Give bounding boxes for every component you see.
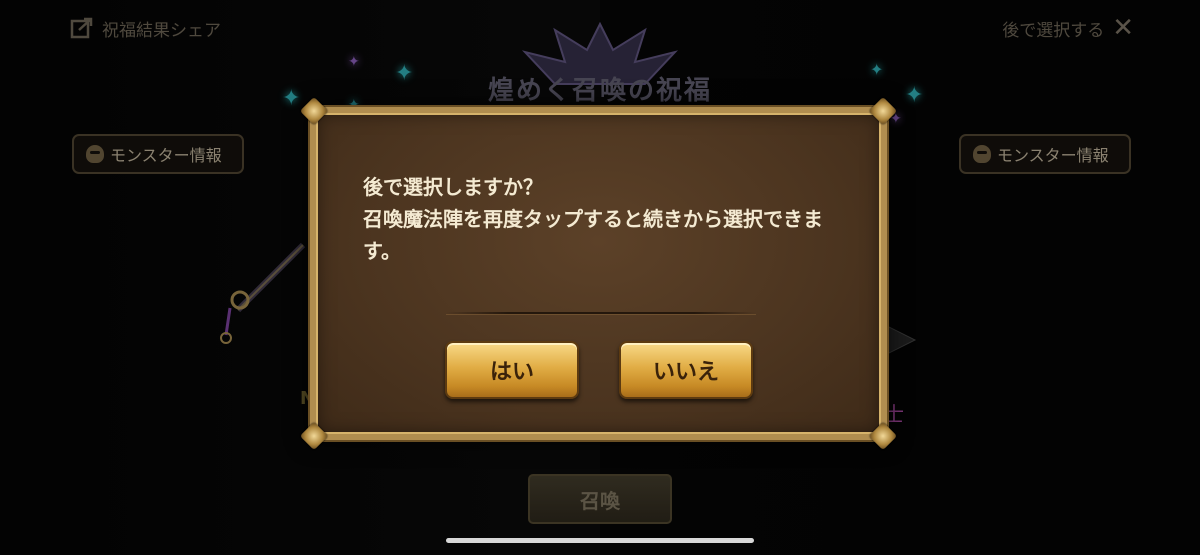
confirm-dialog: 後で選択しますか？ 召喚魔法陣を再度タップすると続きから選択できます。 はい い… bbox=[299, 96, 898, 451]
home-indicator[interactable] bbox=[446, 538, 754, 543]
yes-button[interactable]: はい bbox=[445, 341, 579, 399]
no-button[interactable]: いいえ bbox=[619, 341, 753, 399]
dialog-message: 後で選択しますか？ 召喚魔法陣を再度タップすると続きから選択できます。 bbox=[363, 175, 823, 263]
dialog-divider bbox=[446, 312, 756, 314]
